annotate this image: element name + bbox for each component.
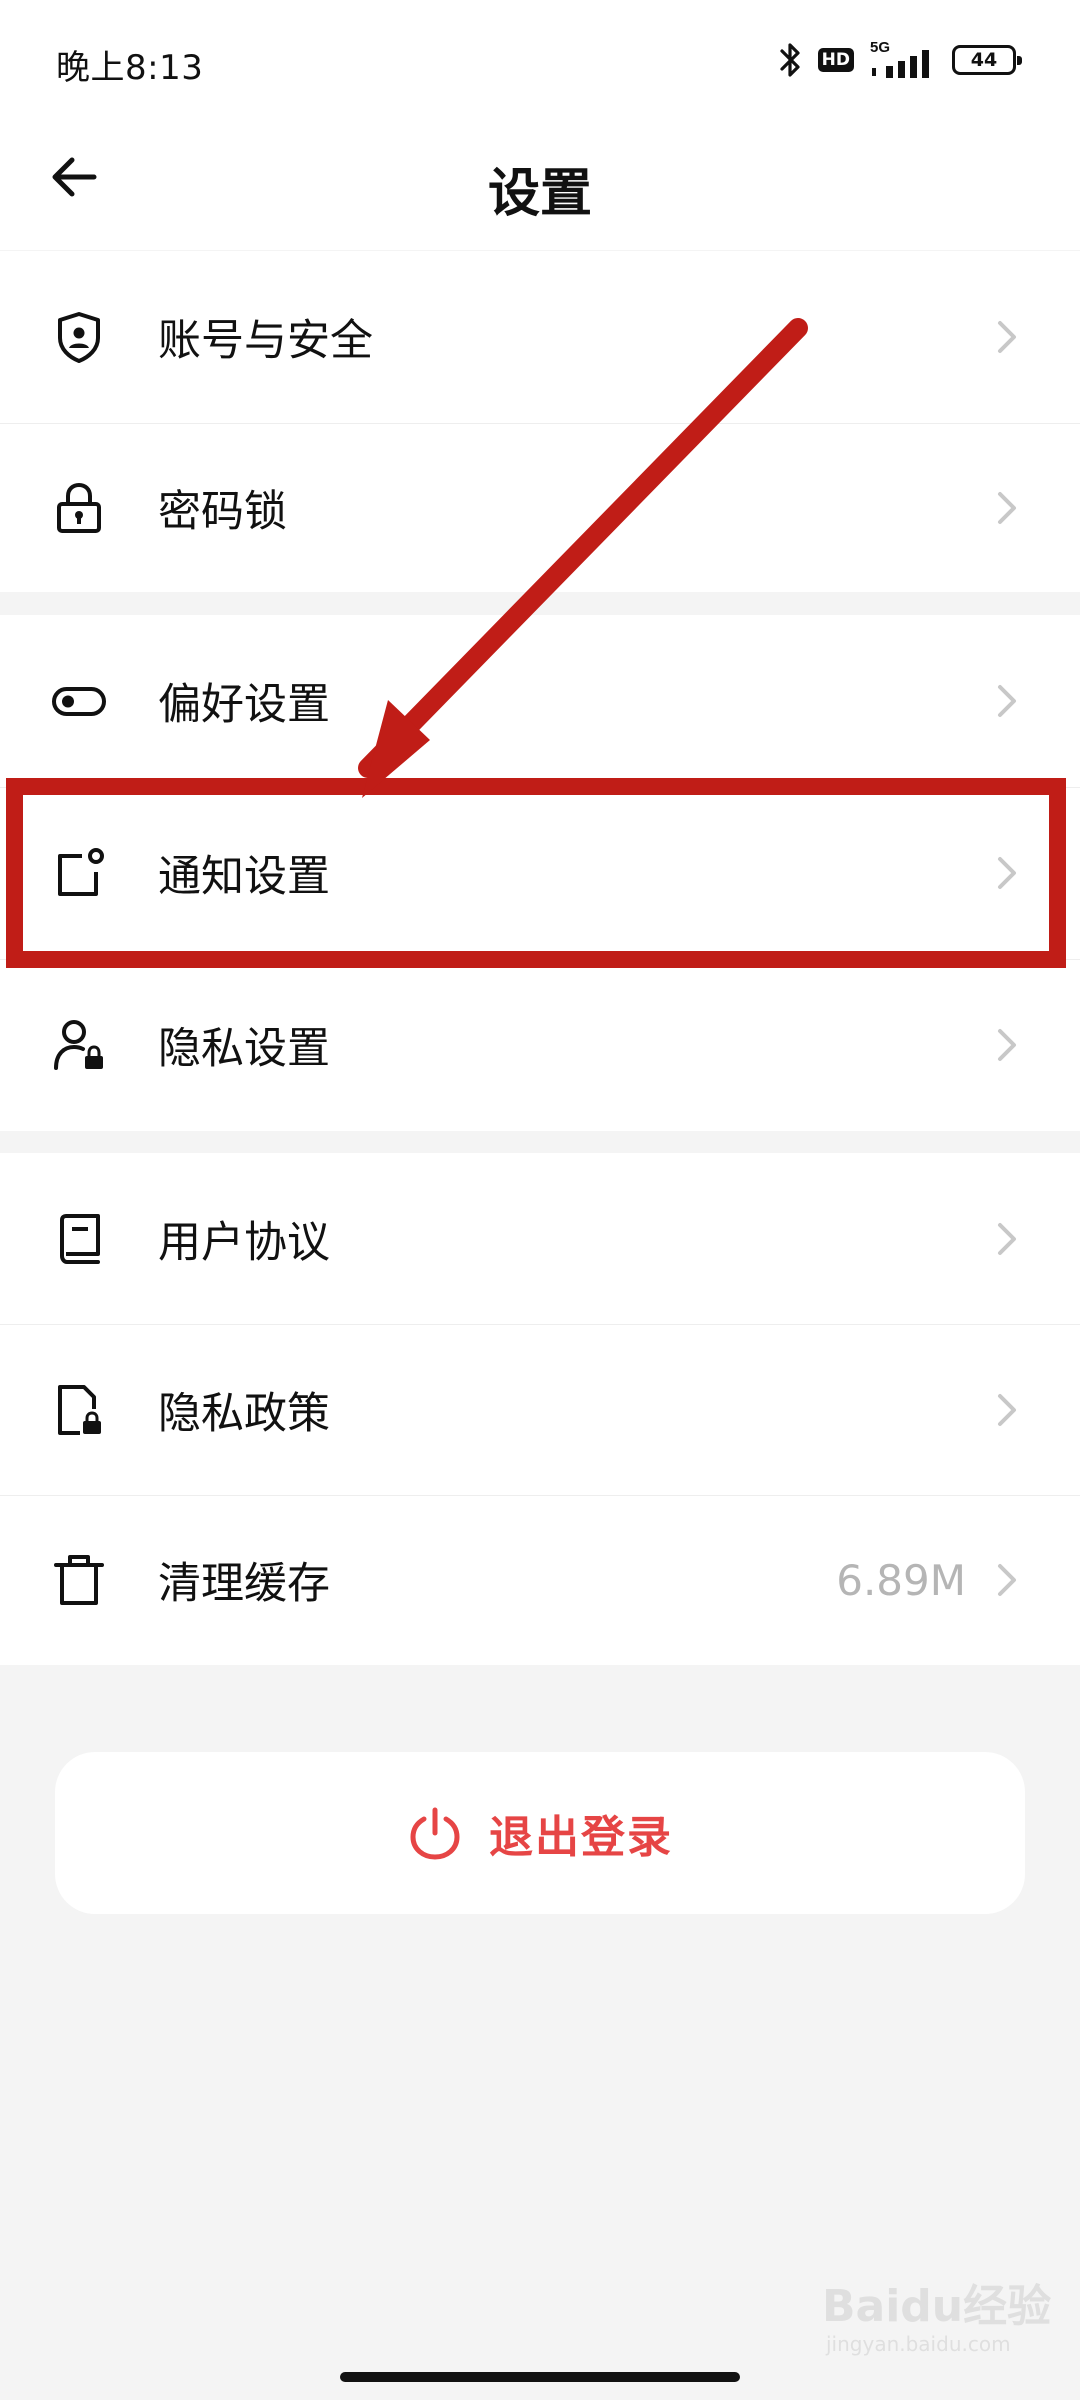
settings-item-label: 密码锁: [158, 486, 287, 537]
chevron-right-icon: [998, 1393, 1016, 1426]
settings-item-label: 账号与安全: [158, 316, 373, 366]
settings-item-privacy[interactable]: 隐私设置: [0, 959, 1080, 1131]
settings-item-label: 偏好设置: [158, 680, 330, 730]
lock-icon: [57, 482, 101, 533]
status-bar: 晚上8:13 HD 5G 44: [0, 0, 1080, 125]
document-lock-icon: [58, 1384, 101, 1435]
settings-item-user-agreement[interactable]: 用户协议: [0, 1153, 1080, 1324]
power-icon: [410, 1807, 460, 1860]
settings-item-label: 隐私设置: [158, 1024, 330, 1074]
book-icon: [60, 1213, 100, 1264]
chevron-right-icon: [998, 685, 1016, 717]
watermark-sub: jingyan.baidu.com: [826, 2332, 1011, 2356]
logout-label: 退出登录: [489, 1812, 673, 1863]
settings-item-label: 清理缓存: [158, 1559, 330, 1609]
battery-level: 44: [970, 49, 998, 71]
toggle-icon: [52, 687, 106, 716]
settings-item-clear-cache[interactable]: 清理缓存 6.89M: [0, 1495, 1080, 1665]
chevron-right-icon: [998, 1029, 1016, 1061]
page-title: 设置: [487, 164, 592, 224]
user-lock-icon: [54, 1020, 103, 1070]
signal-icon: 5G: [870, 39, 929, 78]
settings-group-account: 账号与安全 密码锁: [0, 251, 1080, 592]
chevron-right-icon: [998, 1222, 1016, 1255]
settings-item-password-lock[interactable]: 密码锁: [0, 423, 1080, 592]
settings-item-label: 隐私政策: [158, 1388, 330, 1439]
trash-icon: [54, 1555, 104, 1605]
settings-item-account-security[interactable]: 账号与安全: [0, 251, 1080, 423]
logout-button[interactable]: 退出登录: [55, 1752, 1025, 1914]
chevron-right-icon: [998, 321, 1016, 353]
shield-user-icon: [58, 312, 100, 363]
chevron-right-icon: [998, 1564, 1016, 1596]
watermark-text: Baidu经验: [822, 2281, 1052, 2332]
header: 设置: [0, 125, 1080, 250]
bluetooth-icon: [780, 43, 800, 77]
settings-item-privacy-policy[interactable]: 隐私政策: [0, 1324, 1080, 1495]
network-type: 5G: [870, 39, 890, 56]
status-icons: HD 5G 44: [778, 36, 1022, 84]
cache-size-value: 6.89M: [836, 1555, 966, 1605]
battery-icon: 44: [952, 45, 1022, 75]
settings-item-preferences[interactable]: 偏好设置: [0, 615, 1080, 787]
settings-group-about: 用户协议 隐私政策 清理缓存 6.89M: [0, 1153, 1080, 1665]
hd-icon: HD: [817, 48, 854, 72]
home-indicator[interactable]: [340, 2372, 740, 2382]
status-time: 晚上8:13: [56, 48, 204, 88]
annotation-highlight-box: [6, 778, 1066, 968]
settings-item-label: 用户协议: [158, 1217, 330, 1268]
watermark-logo: Baidu经验 jingyan.baidu.com: [822, 2270, 1051, 2380]
chevron-right-icon: [998, 491, 1016, 524]
